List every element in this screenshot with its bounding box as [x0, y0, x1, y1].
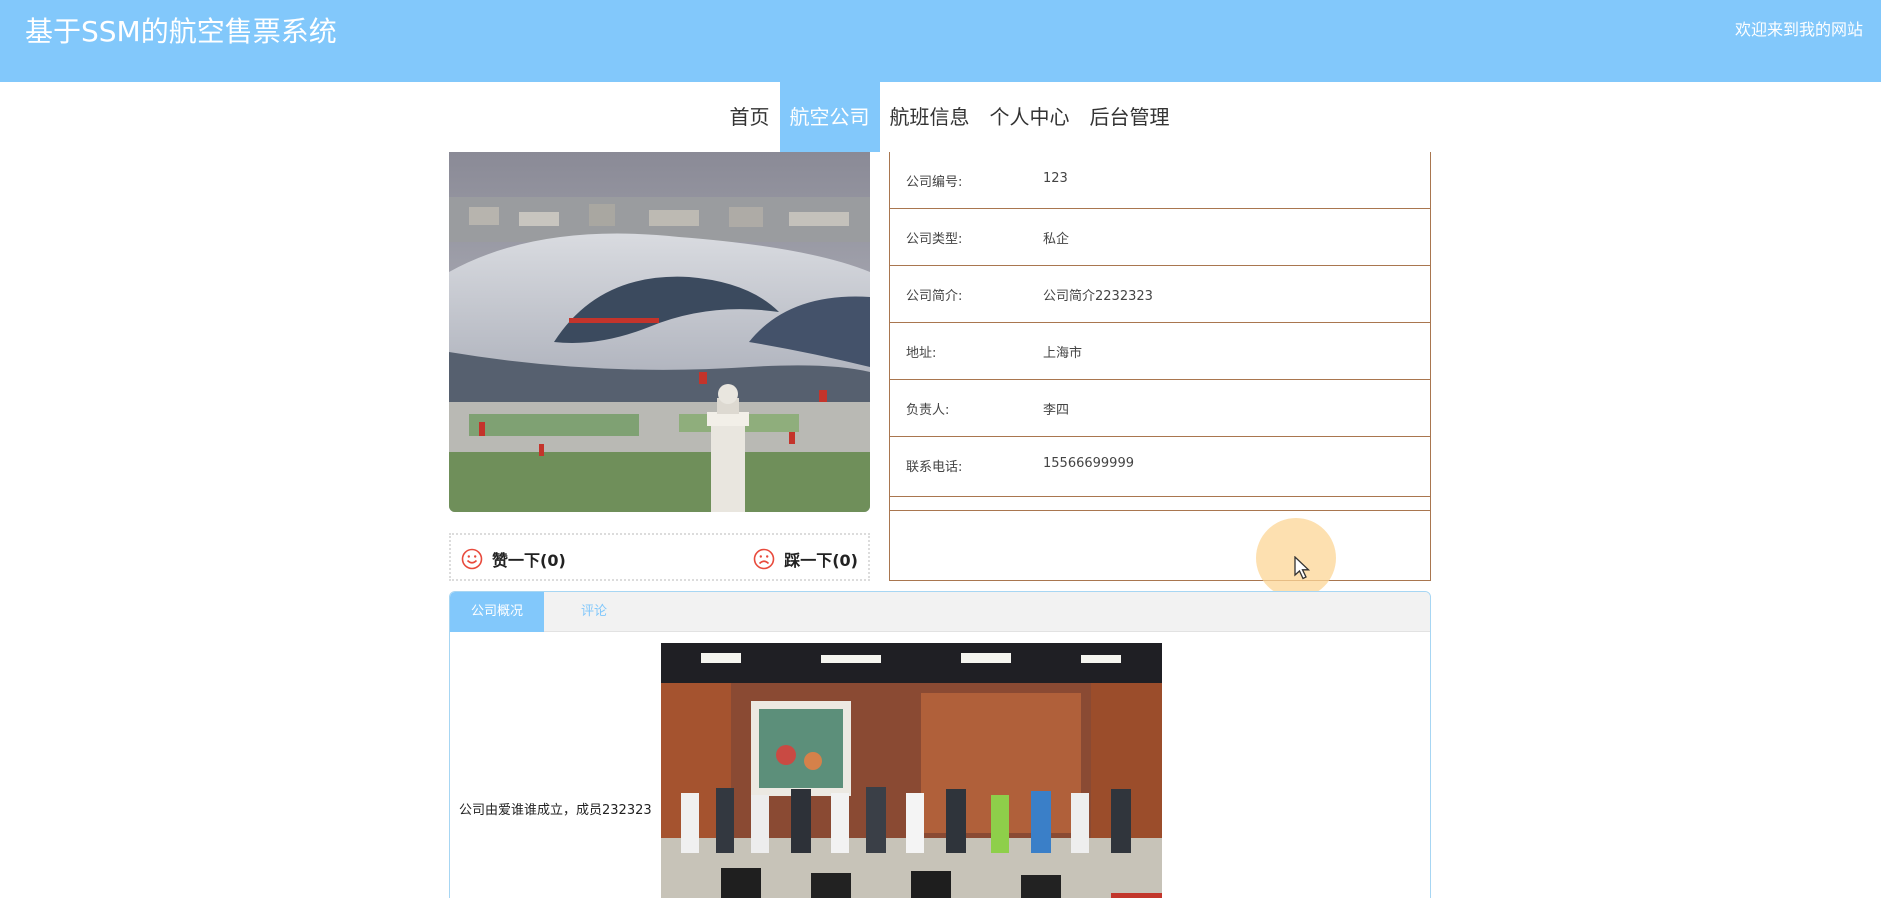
frown-face-icon — [753, 548, 775, 570]
company-overview-text: 公司由爱谁谁成立，成员232323 — [459, 803, 652, 818]
info-value: 私企 — [1043, 232, 1070, 247]
nav-item-admin[interactable]: 后台管理 — [1080, 82, 1180, 152]
info-divider — [890, 510, 1430, 511]
like-label: 赞一下(0) — [492, 551, 566, 570]
site-title[interactable]: 基于SSM的航空售票系统 — [25, 10, 337, 50]
company-tabs-panel: 公司概况 评论 公司由爱谁谁成立，成员232323 — [449, 591, 1431, 898]
info-value: 123 — [1043, 171, 1068, 186]
info-row-company-intro: 公司简介: 公司简介2232323 — [890, 266, 1430, 323]
company-info-table: 公司编号: 123 公司类型: 私企 公司简介: 公司简介2232323 地址:… — [889, 152, 1431, 581]
info-label: 公司编号: — [906, 175, 963, 190]
info-value: 李四 — [1043, 403, 1070, 418]
info-value: 15566699999 — [1043, 456, 1134, 471]
company-photo — [449, 152, 870, 512]
info-label: 地址: — [906, 346, 937, 361]
info-label: 联系电话: — [906, 460, 963, 475]
info-row-company-id: 公司编号: 123 — [890, 152, 1430, 209]
company-event-photo — [661, 643, 1162, 898]
vote-bar: 赞一下(0) 踩一下(0) — [449, 533, 870, 581]
like-button[interactable]: 赞一下(0) — [461, 547, 566, 571]
info-row-manager: 负责人: 李四 — [890, 380, 1430, 437]
mouse-pointer-icon — [1294, 556, 1311, 580]
nav-item-personal-center[interactable]: 个人中心 — [980, 82, 1080, 152]
nav-item-flights[interactable]: 航班信息 — [880, 82, 980, 152]
main-nav: 首页 航空公司 航班信息 个人中心 后台管理 — [0, 82, 1881, 152]
welcome-text: 欢迎来到我的网站 — [1734, 20, 1863, 39]
info-label: 公司简介: — [906, 289, 963, 304]
info-value: 上海市 — [1043, 346, 1083, 361]
info-row-phone: 联系电话: 15566699999 — [890, 437, 1430, 497]
info-label: 公司类型: — [906, 232, 963, 247]
dislike-label: 踩一下(0) — [784, 551, 858, 570]
info-value: 公司简介2232323 — [1043, 289, 1153, 304]
smile-face-icon — [461, 548, 483, 570]
nav-item-home[interactable]: 首页 — [720, 82, 780, 152]
info-row-address: 地址: 上海市 — [890, 323, 1430, 380]
nav-item-airlines[interactable]: 航空公司 — [779, 82, 880, 152]
info-label: 负责人: — [906, 403, 950, 418]
info-row-company-type: 公司类型: 私企 — [890, 209, 1430, 266]
tab-bar: 公司概况 评论 — [450, 592, 1430, 632]
site-header: 基于SSM的航空售票系统 欢迎来到我的网站 — [0, 0, 1881, 82]
tab-comments[interactable]: 评论 — [544, 592, 644, 632]
tab-company-overview[interactable]: 公司概况 — [450, 592, 544, 632]
dislike-button[interactable]: 踩一下(0) — [753, 547, 858, 571]
